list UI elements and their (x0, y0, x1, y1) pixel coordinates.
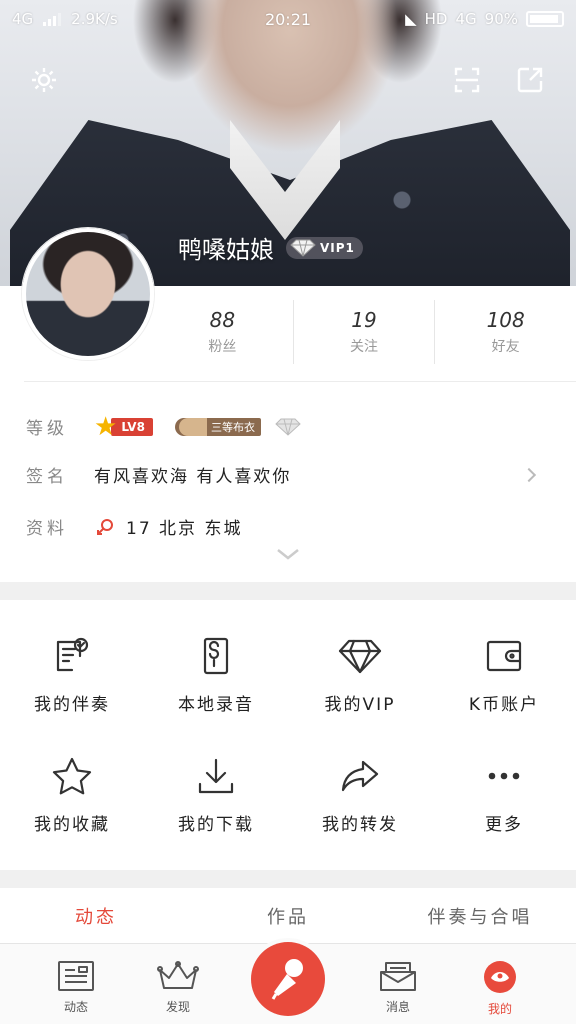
signature-row[interactable]: 签名 有风喜欢海 有人喜欢你 (26, 462, 556, 487)
grid-item-downloads[interactable]: 我的下载 (144, 720, 288, 840)
grid-item-wallet[interactable]: K币账户 (432, 600, 576, 720)
diamond-icon (275, 418, 301, 436)
stat-label: 好友 (491, 339, 520, 355)
stat-value: 19 (351, 308, 377, 332)
level-key: 等级 (26, 419, 68, 439)
nav-messages[interactable]: 消息 (350, 944, 446, 1024)
stat-fans[interactable]: 88 粉丝 (152, 300, 293, 364)
bottom-nav: 动态 发现 消息 我的 (0, 942, 576, 1024)
wallet-icon (486, 640, 522, 672)
info-value: 17 北京 东城 (126, 519, 243, 539)
signature-value: 有风喜欢海 有人喜欢你 (94, 467, 292, 487)
vip-diamond-icon (338, 639, 382, 674)
accompaniment-icon (56, 637, 89, 672)
vip-badge[interactable]: VIP1 (286, 236, 363, 259)
tab-accompaniment-chorus[interactable]: 伴奏与合唱 (384, 888, 576, 943)
microphone-icon (271, 959, 303, 1000)
nickname-row: 鸭嗓姑娘 VIP1 (178, 230, 363, 265)
grid-item-label: 我的VIP (324, 695, 396, 715)
nickname: 鸭嗓姑娘 (178, 236, 274, 264)
grid-item-label: 更多 (485, 815, 523, 835)
tab-works[interactable]: 作品 (192, 888, 384, 943)
info-row[interactable]: 资料 17 北京 东城 (26, 514, 556, 539)
grid-item-local-recording[interactable]: 本地录音 (144, 600, 288, 720)
download-icon (198, 758, 234, 794)
share-profile-icon[interactable] (510, 60, 550, 100)
grid-item-vip[interactable]: 我的VIP (288, 600, 432, 720)
local-recording-icon (203, 637, 229, 675)
nav-feed[interactable]: 动态 (28, 944, 124, 1024)
nav-label: 动态 (63, 1000, 88, 1014)
app-screen: 4G 2.9K/s 20:21 ◣ HD 4G 90% 鸭嗓姑娘 VIP1 88… (0, 0, 576, 1024)
share-icon (341, 760, 379, 792)
feature-grid: 我的伴奏 本地录音 我的VIP K币账户 我的收藏 我的下载 我的转发 更多 (0, 600, 576, 870)
grid-item-shares[interactable]: 我的转发 (288, 720, 432, 840)
nav-me[interactable]: 我的 (452, 944, 548, 1024)
stats-row: 88 粉丝 19 关注 108 好友 (152, 300, 576, 364)
stat-value: 88 (209, 308, 236, 332)
hat-icon (178, 417, 207, 436)
grid-item-label: 我的转发 (322, 815, 398, 835)
content-tabs: 动态 作品 伴奏与合唱 (0, 888, 576, 944)
feed-icon (58, 961, 94, 991)
stat-label: 粉丝 (208, 339, 237, 355)
grid-item-label: 我的伴奏 (34, 695, 110, 715)
female-gender-icon (97, 518, 113, 535)
stat-value: 108 (486, 308, 525, 332)
avatar[interactable] (22, 228, 154, 360)
rank-label: 三等布衣 (210, 420, 255, 434)
clock: 20:21 (264, 9, 312, 29)
nav-label: 我的 (487, 1002, 512, 1016)
nav-label: 消息 (385, 1000, 410, 1014)
grid-item-accompaniment[interactable]: 我的伴奏 (0, 600, 144, 720)
nav-label: 发现 (165, 1000, 190, 1014)
level-tag: LV8 (111, 417, 153, 436)
vip-level: VIP1 (320, 240, 355, 255)
level-badge: ★ LV8 (94, 411, 153, 442)
scan-icon[interactable] (447, 60, 487, 100)
more-icon (488, 772, 520, 780)
message-icon (380, 962, 416, 991)
signature-key: 签名 (26, 467, 68, 487)
nav-discover[interactable]: 发现 (130, 944, 226, 1024)
grid-item-label: 本地录音 (178, 695, 254, 715)
chevron-right-icon (521, 467, 537, 483)
rank-badge: 三等布衣 (174, 417, 261, 436)
record-song-button[interactable] (251, 942, 325, 1016)
tab-feed[interactable]: 动态 (0, 888, 192, 943)
expand-chevron-icon[interactable] (276, 548, 300, 560)
crown-icon (157, 961, 199, 989)
grid-item-label: 我的收藏 (34, 815, 110, 835)
stat-friends[interactable]: 108 好友 (434, 300, 576, 364)
grid-item-label: 我的下载 (178, 815, 254, 835)
vip-diamond-icon (290, 239, 316, 257)
level-row[interactable]: 等级 ★ LV8 三等布衣 (26, 411, 556, 442)
stat-label: 关注 (350, 339, 378, 355)
grid-item-favorites[interactable]: 我的收藏 (0, 720, 144, 840)
stat-following[interactable]: 19 关注 (292, 300, 435, 364)
divider (24, 381, 576, 382)
star-icon (52, 757, 92, 795)
me-icon (484, 961, 516, 993)
star-icon: ★ (94, 411, 118, 442)
settings-gear-icon[interactable] (24, 60, 64, 100)
info-key: 资料 (26, 519, 68, 539)
grid-item-label: K币账户 (468, 695, 540, 715)
battery-icon (526, 11, 564, 27)
grid-item-more[interactable]: 更多 (432, 720, 576, 840)
status-bar: 4G 2.9K/s 20:21 ◣ HD 4G 90% (0, 0, 576, 38)
